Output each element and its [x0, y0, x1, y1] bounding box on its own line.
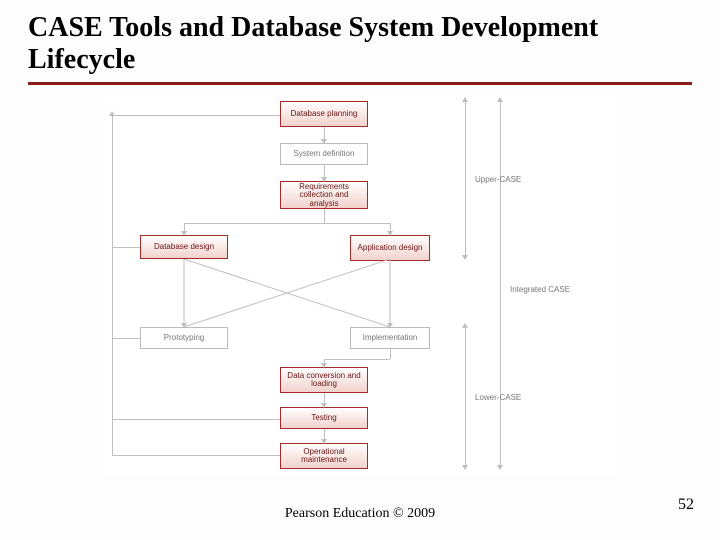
box-testing: Testing — [280, 407, 368, 429]
box-database-design: Database design — [140, 235, 228, 259]
box-requirements: Requirements collection and analysis — [280, 181, 368, 209]
box-system-definition: System definition — [280, 143, 368, 165]
box-prototyping: Prototyping — [140, 327, 228, 349]
footer-copyright: Pearson Education © 2009 — [0, 506, 720, 522]
box-database-planning: Database planning — [280, 101, 368, 127]
box-implementation: Implementation — [350, 327, 430, 349]
lifecycle-figure: Database planning System definition Requ… — [100, 95, 620, 475]
box-application-design: Application design — [350, 235, 430, 261]
box-operational-maintenance: Operational maintenance — [280, 443, 368, 469]
title-underline — [28, 82, 692, 85]
label-lower-case: Lower-CASE — [475, 393, 521, 402]
slide-title: CASE Tools and Database System Developme… — [28, 12, 692, 76]
slide: CASE Tools and Database System Developme… — [0, 0, 720, 540]
box-data-conversion: Data conversion and loading — [280, 367, 368, 393]
label-integrated-case: Integrated CASE — [510, 285, 570, 294]
page-number: 52 — [678, 496, 694, 514]
label-upper-case: Upper-CASE — [475, 175, 521, 184]
